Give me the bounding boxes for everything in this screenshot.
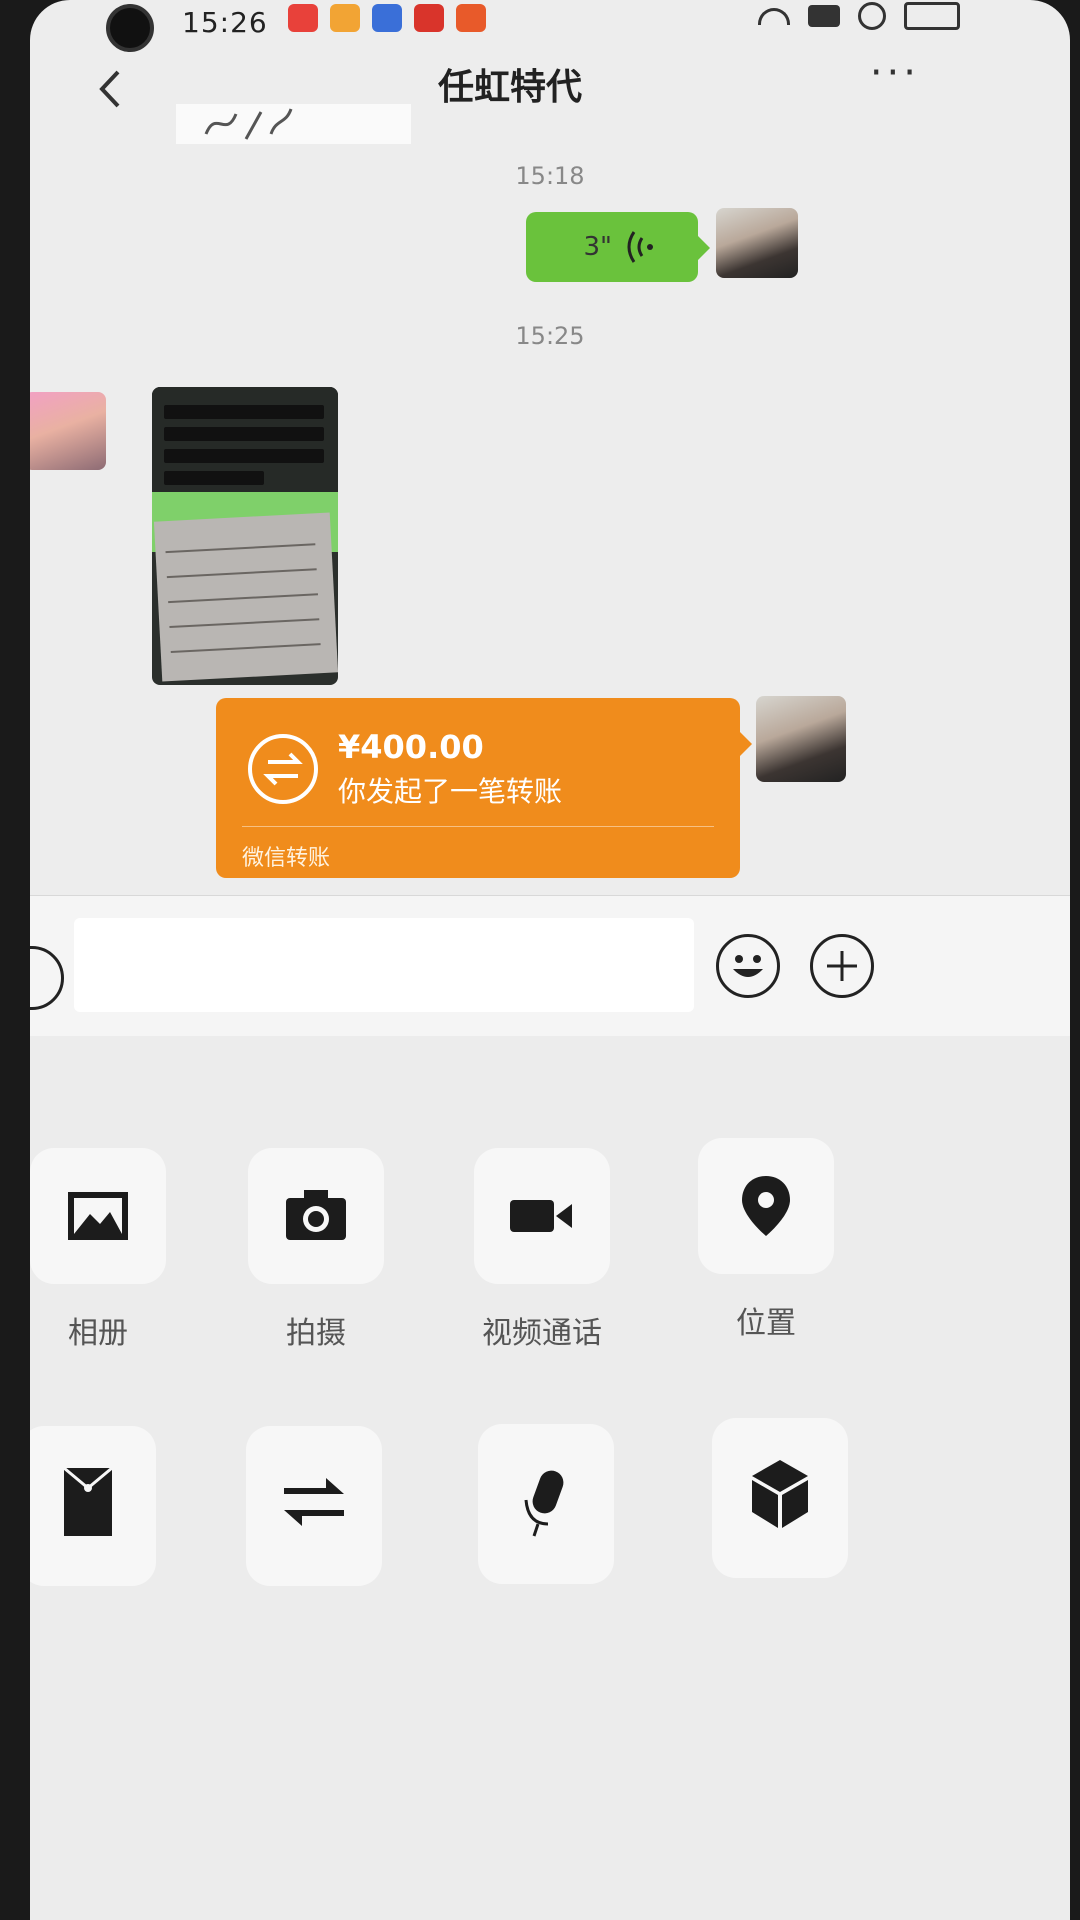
voice-wave-icon [627,231,653,263]
battery-icon [904,2,960,30]
red-packet-icon [63,1466,113,1536]
notification-app-icon [330,4,360,32]
transfer-button[interactable] [246,1426,382,1586]
contact-avatar[interactable] [30,392,106,470]
notification-icons [288,4,486,32]
divider [242,826,714,827]
more-options-icon[interactable]: ··· [870,50,920,96]
voice-input-icon [524,1470,564,1537]
status-time: 15:26 [182,6,268,39]
message-input[interactable] [74,918,694,1012]
notification-app-icon [372,4,402,32]
transfer-icon [284,1478,344,1526]
status-bar: 15:26 [30,0,1030,52]
transfer-arrows-icon [248,734,318,804]
front-camera [106,4,154,52]
nfc-icon [808,5,840,27]
transfer-description: 你发起了一笔转账 [338,775,563,808]
my-avatar[interactable] [756,696,846,782]
wifi-icon [758,7,790,25]
previous-message-fragment [176,104,411,144]
image-message[interactable] [152,387,338,685]
system-icons [758,2,960,30]
photo-album-icon [68,1192,128,1240]
plus-icon[interactable] [810,934,874,998]
notification-app-icon [414,4,444,32]
location-button[interactable] [698,1138,834,1274]
voice-message-bubble[interactable]: 3" [526,212,710,282]
more-functions-panel: 相册 拍摄 视频通话 位置 [30,1036,1070,1920]
phone-screen: 15:26 任虹特代 ··· 15:18 3" 15:25 ¥400.00 你发… [30,0,1070,1920]
photo-keyboard-region [152,387,338,492]
transfer-footer: 微信转账 [242,846,331,871]
alarm-icon [858,2,886,30]
my-avatar[interactable] [716,208,798,278]
message-input-bar [30,895,1070,1037]
emoji-icon[interactable] [716,934,780,998]
video-call-button[interactable] [474,1148,610,1284]
voice-duration: 3" [583,232,612,262]
transfer-message-card[interactable]: ¥400.00 你发起了一笔转账 微信转账 [216,698,752,878]
notification-app-icon [456,4,486,32]
album-button[interactable] [30,1148,166,1284]
timestamp: 15:18 [515,162,585,190]
red-packet-button[interactable] [30,1426,156,1586]
box-icon [752,1460,808,1528]
location-label: 位置 [736,1306,796,1341]
box-button[interactable] [712,1418,848,1578]
voice-input-button[interactable] [478,1424,614,1584]
timestamp: 15:25 [515,322,585,350]
video-call-icon [510,1200,572,1232]
album-label: 相册 [68,1316,128,1351]
transfer-amount: ¥400.00 [338,728,484,766]
handwriting-scribble [204,108,293,140]
camera-icon [286,1190,346,1240]
camera-button[interactable] [248,1148,384,1284]
notification-app-icon [288,4,318,32]
location-pin-icon [742,1176,790,1236]
voice-mode-icon[interactable] [30,946,64,1010]
photo-document-region [153,512,338,682]
video-call-label: 视频通话 [482,1316,602,1351]
camera-label: 拍摄 [286,1316,346,1351]
